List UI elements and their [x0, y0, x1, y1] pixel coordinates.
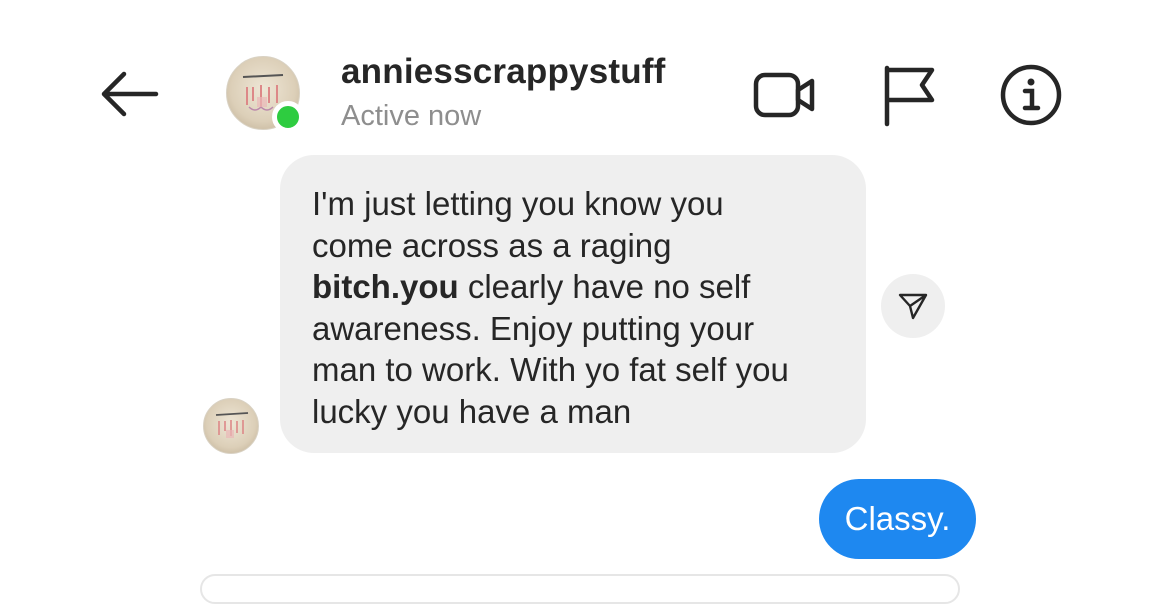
send-paper-plane-icon — [898, 293, 928, 320]
outgoing-message-bubble[interactable]: Classy. — [819, 479, 976, 559]
video-call-button[interactable] — [752, 62, 818, 128]
active-status: Active now — [341, 100, 482, 132]
info-icon — [1000, 64, 1062, 126]
back-arrow-icon — [101, 71, 159, 117]
share-message-button[interactable] — [881, 274, 945, 338]
message-composer-edge[interactable] — [200, 574, 960, 604]
message-line: man to work. With yo fat self you — [312, 351, 789, 388]
bold-text: bitch.you — [312, 268, 459, 305]
flag-icon — [884, 65, 935, 127]
conversation-info-button[interactable] — [998, 62, 1064, 128]
online-status-dot — [272, 101, 304, 133]
message-line: bitch.you clearly have no self — [312, 268, 751, 305]
username[interactable]: anniesscrappystuff — [341, 52, 666, 92]
chat-header: anniesscrappystuff Active now — [0, 0, 1160, 150]
message-line: I'm just letting you know you — [312, 185, 724, 222]
message-line: come across as a raging — [312, 226, 672, 264]
message-sender-avatar[interactable] — [203, 398, 259, 454]
message-line: awareness. Enjoy putting your — [312, 309, 755, 347]
message-line: lucky you have a man — [312, 392, 632, 430]
incoming-message-bubble[interactable]: I'm just letting you know you come acros… — [280, 155, 866, 453]
video-camera-icon — [753, 72, 815, 118]
report-button[interactable] — [877, 62, 943, 128]
back-button[interactable] — [96, 66, 162, 122]
